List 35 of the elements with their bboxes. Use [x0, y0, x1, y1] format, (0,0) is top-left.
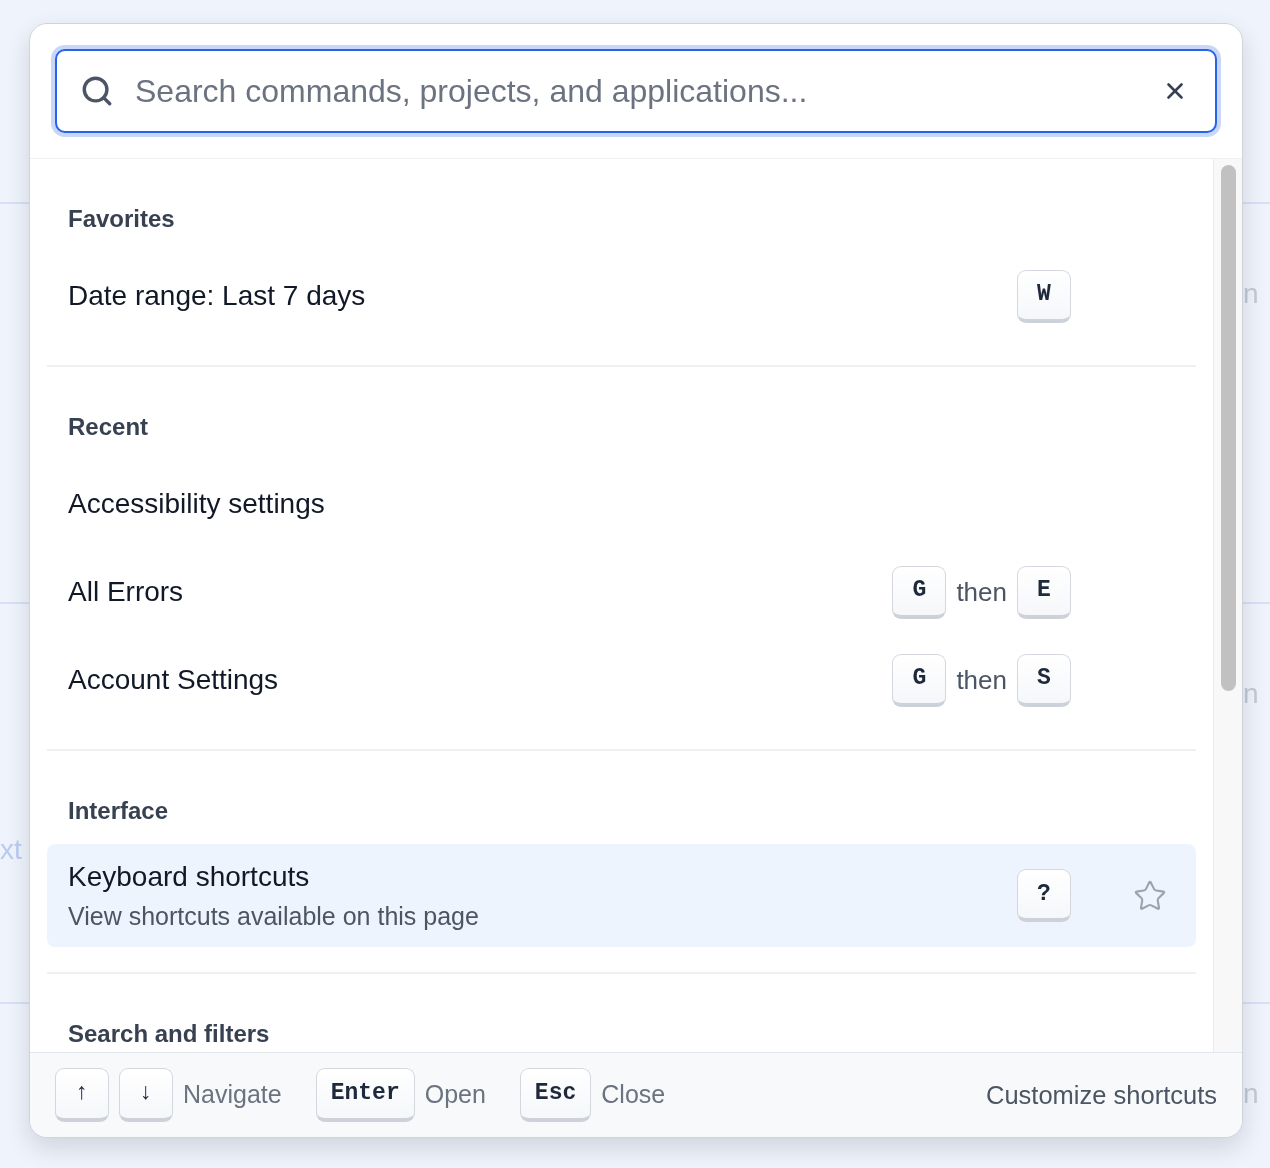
key-cap: ↓ — [119, 1068, 173, 1122]
key-cap: G — [892, 653, 947, 707]
scrollbar-thumb[interactable] — [1220, 165, 1236, 691]
search-icon — [80, 74, 114, 108]
command-item[interactable]: Account Settings G then S — [47, 636, 1196, 724]
hint-label: Navigate — [183, 1079, 282, 1111]
command-item[interactable]: All Errors G then E — [47, 548, 1196, 636]
command-item[interactable]: Accessibility settings — [47, 460, 1196, 548]
key-cap: ↑ — [55, 1068, 109, 1122]
item-label: Date range: Last 7 days — [68, 279, 367, 313]
section-heading: Search and filters — [68, 1019, 270, 1049]
item-label: Keyboard shortcuts — [68, 860, 311, 894]
key-cap: ? — [1017, 869, 1071, 922]
item-description: View shortcuts available on this page — [68, 901, 480, 932]
section-heading: Favorites — [68, 204, 175, 234]
command-item[interactable]: Keyboard shortcuts View shortcuts available on this page ? — [47, 844, 1196, 947]
item-label: All Errors — [68, 575, 185, 609]
section-heading: Interface — [68, 796, 169, 826]
shortcut-text: then — [956, 663, 1007, 697]
key-cap: Enter — [315, 1068, 415, 1122]
section-heading: Recent — [68, 412, 149, 442]
key-cap: W — [1017, 269, 1071, 323]
customize-shortcuts-link[interactable]: Customize shortcuts — [986, 1075, 1217, 1115]
key-cap: G — [892, 565, 947, 619]
hint-label: Close — [601, 1079, 666, 1111]
key-cap: S — [1017, 653, 1071, 707]
shortcut-text: then — [956, 575, 1007, 609]
item-label: Accessibility settings — [68, 487, 326, 521]
key-cap: E — [1017, 565, 1071, 619]
key-cap: Esc — [519, 1068, 592, 1122]
command-item[interactable]: Date range: Last 7 days W — [47, 252, 1196, 340]
star-icon[interactable] — [1133, 878, 1167, 913]
search-field[interactable]: Search commands, projects, and applications... — [55, 49, 1217, 133]
item-label: Account Settings — [68, 663, 280, 697]
hint-label: Open — [424, 1079, 486, 1111]
